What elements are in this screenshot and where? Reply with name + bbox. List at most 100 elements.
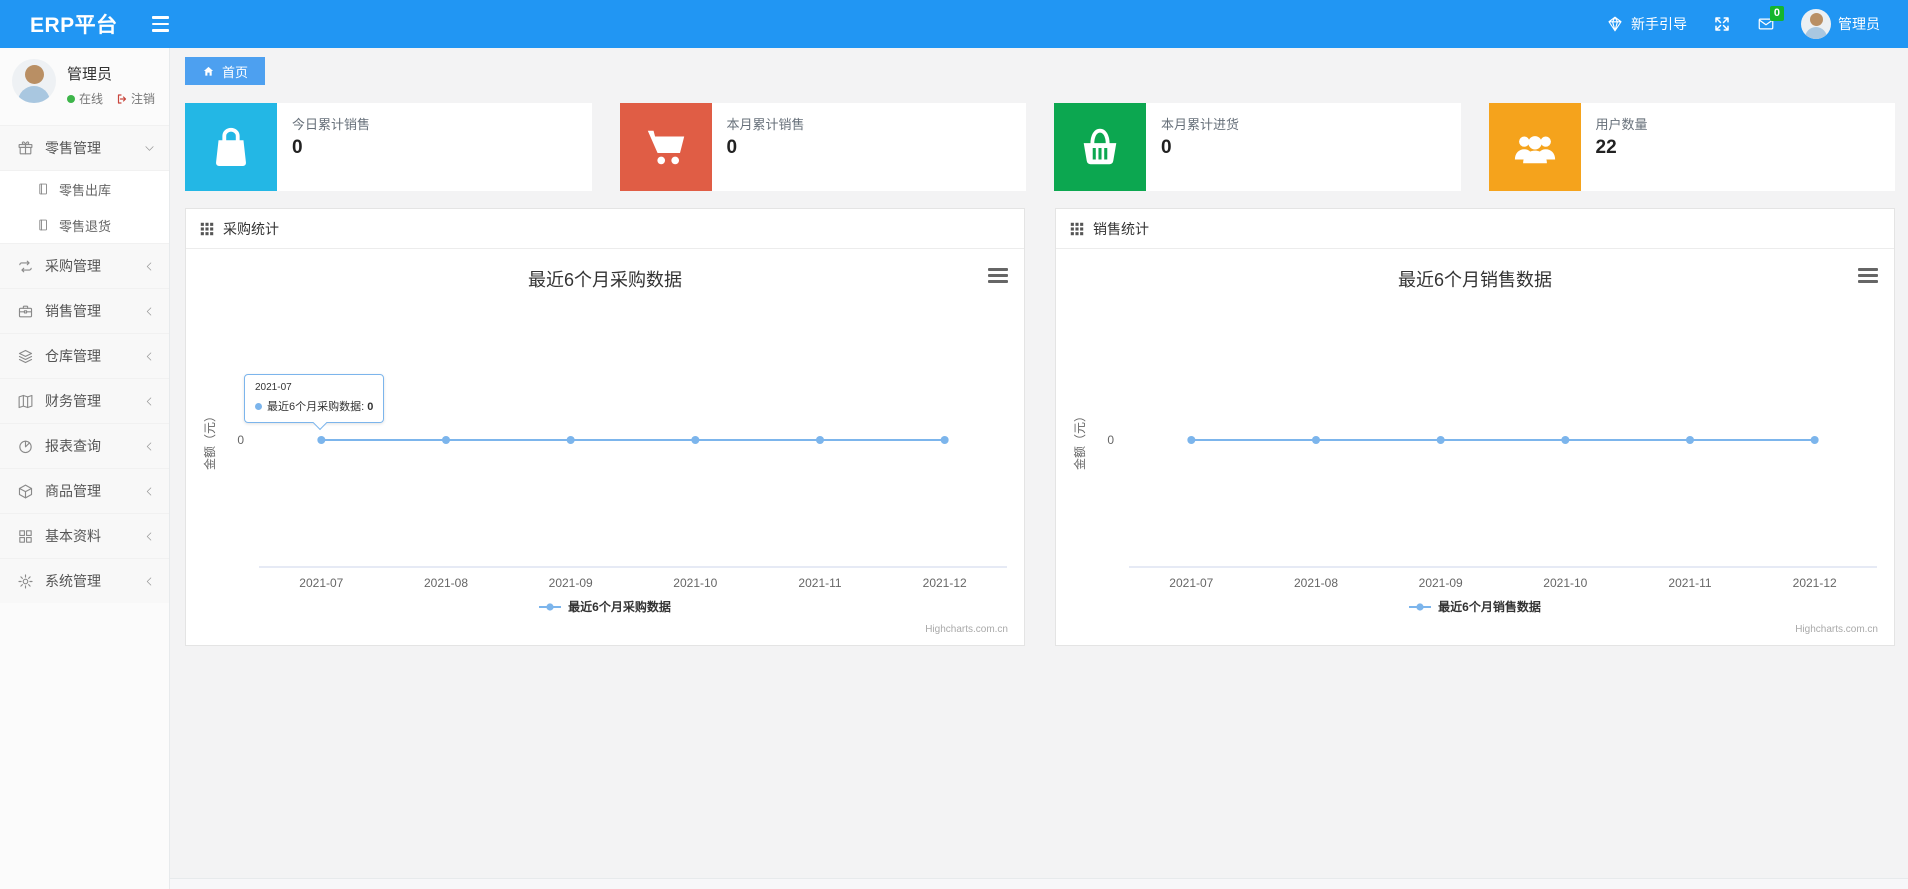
x-tick-label: 2021-10 bbox=[673, 576, 717, 590]
data-point[interactable] bbox=[691, 436, 700, 444]
mail-badge: 0 bbox=[1769, 6, 1784, 21]
cube-icon bbox=[17, 483, 34, 500]
menu-toggle-icon[interactable] bbox=[146, 10, 175, 38]
sidebar-item-label: 销售管理 bbox=[45, 303, 101, 319]
stat-card-label: 本月累计进货 bbox=[1161, 117, 1240, 132]
sidebar-item[interactable]: 零售管理 bbox=[0, 125, 169, 170]
app-logo: ERP平台 bbox=[30, 14, 118, 37]
grid-th-icon bbox=[200, 222, 214, 236]
tab-home-label: 首页 bbox=[222, 64, 249, 80]
guide-label: 新手引导 bbox=[1631, 16, 1687, 32]
x-tick-label: 2021-07 bbox=[299, 576, 343, 590]
sidebar-item-label: 商品管理 bbox=[45, 483, 101, 499]
data-point[interactable] bbox=[940, 436, 949, 444]
sidebar: 管理员 在线 注销 零售管理 零售出库 零售退货 采购管理 销售管理 仓库管理 财务管理 报表… bbox=[0, 48, 170, 889]
x-tick-label: 2021-12 bbox=[923, 576, 967, 590]
data-point[interactable] bbox=[566, 436, 575, 444]
data-point[interactable] bbox=[1436, 436, 1445, 444]
gem-icon bbox=[1606, 15, 1624, 33]
user-menu[interactable]: 管理员 bbox=[1801, 9, 1880, 39]
sidebar-item[interactable]: 商品管理 bbox=[0, 468, 169, 513]
tooltip-category: 2021-07 bbox=[255, 382, 292, 393]
sidebar-item-label: 采购管理 bbox=[45, 258, 101, 274]
chevron-left-icon bbox=[144, 441, 155, 452]
data-point[interactable] bbox=[1561, 436, 1570, 444]
grid-th-icon bbox=[1070, 222, 1084, 236]
home-icon bbox=[203, 66, 214, 76]
x-tick-label: 2021-08 bbox=[424, 576, 468, 590]
panel-header: 采购统计 bbox=[186, 209, 1024, 249]
shopping-bag-icon bbox=[185, 103, 277, 191]
sidebar-item[interactable]: 基本资料 bbox=[0, 513, 169, 558]
users-icon bbox=[1488, 103, 1581, 191]
x-tick-label: 2021-08 bbox=[1294, 576, 1338, 590]
sidebar-subitem[interactable]: 零售退货 bbox=[0, 207, 169, 243]
purchase-chart: 最近6个月采购数据 金额（元） 0 2021-07 2021-08 2021-09 2021… bbox=[186, 249, 1024, 645]
sidebar-menu: 零售管理零售出库零售退货采购管理销售管理仓库管理 财务管理 报表查询商品管理基本资料… bbox=[0, 125, 169, 603]
online-status-label: 在线 bbox=[79, 92, 104, 106]
sidebar-subitem[interactable]: 零售出库 bbox=[0, 171, 169, 207]
logout-button[interactable]: 注销 bbox=[116, 90, 155, 107]
chevron-left-icon bbox=[144, 531, 155, 542]
x-tick-label: 2021-12 bbox=[1793, 576, 1837, 590]
logout-icon bbox=[117, 93, 127, 104]
fullscreen-button[interactable] bbox=[1713, 15, 1731, 33]
chart-panels-row: 采购统计 最近6个月采购数据 金额（元） 0 2021-07 2021-08 2021-0… bbox=[185, 208, 1895, 646]
data-point[interactable] bbox=[1187, 436, 1196, 444]
gift-icon bbox=[17, 140, 34, 157]
series-dot-icon bbox=[255, 403, 262, 410]
footer bbox=[170, 878, 1908, 889]
chevron-left-icon bbox=[144, 351, 155, 362]
panel-title: 销售统计 bbox=[1093, 220, 1149, 237]
chart-title: 最近6个月采购数据 bbox=[528, 270, 682, 290]
tooltip-value: 0 bbox=[367, 401, 374, 413]
sidebar-item[interactable]: 销售管理 bbox=[0, 288, 169, 333]
panel-purchase-stats: 采购统计 最近6个月采购数据 金额（元） 0 2021-07 2021-08 2021-0… bbox=[185, 208, 1025, 646]
stat-card-label: 本月累计销售 bbox=[726, 117, 805, 132]
shopping-basket-icon bbox=[1054, 103, 1146, 191]
sidebar-item[interactable]: 财务管理 bbox=[0, 378, 169, 423]
tab-home[interactable]: 首页 bbox=[185, 57, 266, 85]
data-point[interactable] bbox=[1312, 436, 1320, 444]
data-point[interactable] bbox=[816, 436, 824, 444]
highcharts-credit[interactable]: Highcharts.com.cn bbox=[925, 624, 1008, 635]
sidebar-subitem-label: 零售退货 bbox=[59, 218, 112, 234]
user-avatar bbox=[12, 59, 56, 103]
chart-canvas: 最近6个月采购数据金额（元） 0 2021-07 2021-08 2021-09 2021… bbox=[202, 270, 1007, 590]
y-tick-label: 0 bbox=[1107, 433, 1114, 447]
sidebar-item-label: 零售管理 bbox=[45, 140, 101, 156]
y-tick-label: 0 bbox=[237, 433, 244, 447]
grid-icon bbox=[17, 528, 34, 545]
data-point[interactable] bbox=[1810, 436, 1819, 444]
sidebar-item-label: 基本资料 bbox=[45, 528, 101, 544]
guide-button[interactable]: 新手引导 bbox=[1606, 14, 1687, 34]
data-point[interactable] bbox=[1686, 436, 1694, 444]
sidebar-item[interactable]: 系统管理 bbox=[0, 558, 169, 603]
data-point[interactable] bbox=[317, 436, 326, 444]
stat-card-value: 0 bbox=[726, 137, 738, 158]
messages-button[interactable]: 0 bbox=[1757, 6, 1784, 33]
y-axis-title: 金额（元） bbox=[1072, 410, 1087, 470]
chevron-left-icon bbox=[144, 306, 155, 317]
chevron-left-icon bbox=[144, 261, 155, 272]
avatar bbox=[1801, 9, 1831, 39]
legend-label: 最近6个月销售数据 bbox=[1438, 600, 1541, 614]
panel-header: 销售统计 bbox=[1056, 209, 1894, 249]
chart-legend-item[interactable]: 最近6个月销售数据 bbox=[1056, 598, 1894, 615]
highcharts-credit[interactable]: Highcharts.com.cn bbox=[1795, 624, 1878, 635]
x-tick-label: 2021-11 bbox=[1668, 576, 1711, 590]
chart-context-menu-icon[interactable] bbox=[988, 267, 1008, 284]
sidebar-item[interactable]: 报表查询 bbox=[0, 423, 169, 468]
chart-context-menu-icon[interactable] bbox=[1858, 267, 1878, 284]
sidebar-item-label: 系统管理 bbox=[45, 573, 101, 589]
topbar: ERP平台 新手引导 0 管理员 bbox=[0, 0, 1908, 48]
sidebar-item[interactable]: 采购管理 bbox=[0, 243, 169, 288]
chart-legend-item[interactable]: 最近6个月采购数据 bbox=[186, 598, 1024, 615]
sidebar-item[interactable]: 仓库管理 bbox=[0, 333, 169, 378]
stat-cards-row: 今日累计销售 0 本月累计销售 0 本月累计进货 0 用户数量 22 bbox=[185, 103, 1895, 191]
stat-card-value: 0 bbox=[292, 137, 303, 158]
chart-title: 最近6个月销售数据 bbox=[1398, 270, 1552, 290]
data-point[interactable] bbox=[442, 436, 450, 444]
stat-card: 本月累计进货 0 bbox=[1054, 103, 1461, 191]
stat-card-value: 0 bbox=[1161, 137, 1172, 158]
